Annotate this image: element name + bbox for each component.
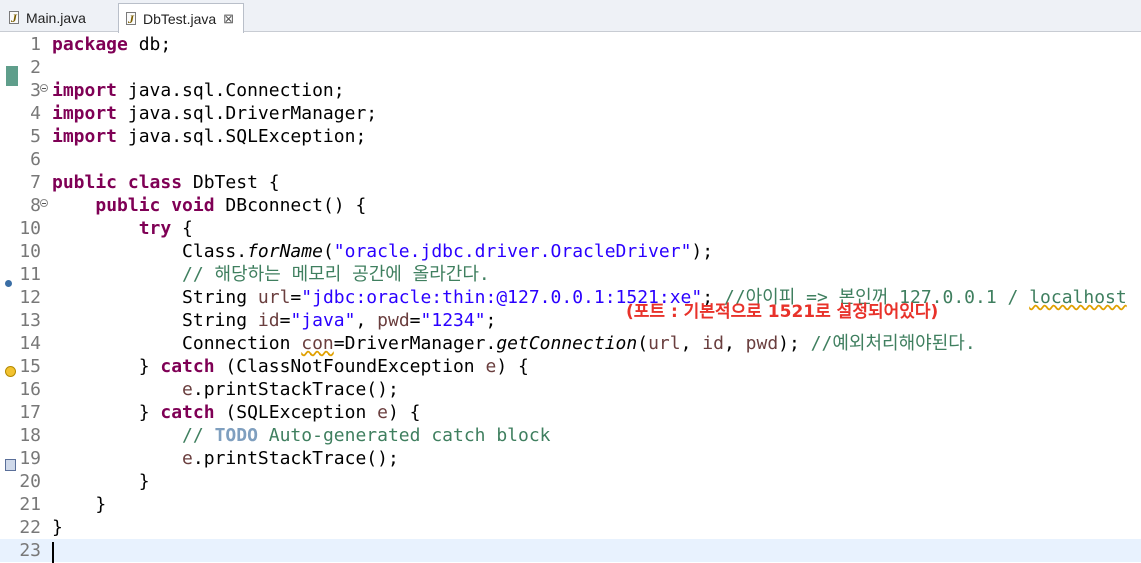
line-number: 10 bbox=[19, 241, 41, 262]
code-text: } catch (SQLException e) { bbox=[52, 402, 421, 423]
tab-label: Main.java bbox=[26, 9, 86, 26]
code-editor[interactable]: 1 package db; 2 3 import java.sql.Connection… bbox=[0, 32, 1141, 563]
tab-main-java[interactable]: J Main.java bbox=[2, 3, 114, 32]
code-text: // TODO Auto-generated catch block bbox=[182, 425, 551, 446]
java-file-icon: J bbox=[126, 11, 136, 26]
code-text: public void DBconnect() { bbox=[95, 195, 367, 216]
code-text: } catch (ClassNotFoundException e) { bbox=[52, 356, 529, 377]
code-text: try { bbox=[138, 218, 193, 239]
java-file-icon: J bbox=[9, 10, 19, 25]
close-tab-icon[interactable]: ⊠ bbox=[223, 11, 234, 26]
line-number: 14 bbox=[19, 333, 41, 354]
code-line[interactable]: 10 try { bbox=[0, 217, 1141, 240]
line-number: 21 bbox=[19, 494, 41, 515]
code-text: package db; bbox=[52, 34, 172, 55]
fold-toggle-icon[interactable] bbox=[40, 84, 48, 92]
code-line[interactable]: 14 Connection con=DriverManager.getConne… bbox=[0, 332, 1141, 355]
code-line[interactable]: 22} bbox=[0, 516, 1141, 539]
code-line[interactable]: 23 bbox=[0, 539, 1141, 562]
line-number: 23 bbox=[19, 540, 41, 561]
code-text: String id="java", pwd="1234"; bbox=[52, 310, 497, 331]
code-line[interactable]: 8 public void DBconnect() { bbox=[0, 194, 1141, 217]
code-line[interactable]: 18 // TODO Auto-generated catch block bbox=[0, 424, 1141, 447]
code-line[interactable]: 10 Class.forName("oracle.jdbc.driver.Ora… bbox=[0, 240, 1141, 263]
line-number: 8 bbox=[30, 195, 41, 216]
code-text: import java.sql.Connection; bbox=[52, 80, 345, 101]
code-line[interactable]: 4 import java.sql.DriverManager; bbox=[0, 102, 1141, 125]
line-number: 19 bbox=[19, 448, 41, 469]
line-number: 1 bbox=[30, 34, 41, 55]
annotation-note: (포트 : 기본적으로 1521로 설정되어있다) bbox=[626, 302, 939, 322]
code-text: } bbox=[52, 494, 107, 515]
line-number: 7 bbox=[30, 172, 41, 193]
line-number: 17 bbox=[19, 402, 41, 423]
code-text: } bbox=[52, 517, 63, 538]
code-line[interactable]: 5 import java.sql.SQLException; bbox=[0, 125, 1141, 148]
code-text: } bbox=[52, 471, 150, 492]
code-line[interactable]: 17 } catch (SQLException e) { bbox=[0, 401, 1141, 424]
code-text: import java.sql.SQLException; bbox=[52, 126, 367, 147]
code-line[interactable]: 21 } bbox=[0, 493, 1141, 516]
line-number: 3 bbox=[30, 80, 41, 101]
line-number: 2 bbox=[30, 57, 41, 78]
code-line[interactable]: 19 e.printStackTrace(); bbox=[0, 447, 1141, 470]
code-text: import java.sql.DriverManager; bbox=[52, 103, 378, 124]
line-number: 4 bbox=[30, 103, 41, 124]
code-line[interactable]: 2 bbox=[0, 56, 1141, 79]
code-text: e.printStackTrace(); bbox=[182, 448, 399, 469]
code-text: String url="jdbc:oracle:thin:@127.0.0.1:… bbox=[52, 287, 1127, 308]
tab-label: DbTest.java bbox=[143, 10, 217, 27]
line-number: 15 bbox=[19, 356, 41, 377]
tab-dbtest-java[interactable]: J DbTest.java ⊠ bbox=[118, 3, 244, 33]
code-line[interactable]: 6 bbox=[0, 148, 1141, 171]
line-number: 18 bbox=[19, 425, 41, 446]
line-number: 10 bbox=[19, 218, 41, 239]
code-line[interactable]: 13 String id="java", pwd="1234"; bbox=[0, 309, 1141, 332]
code-text: e.printStackTrace(); bbox=[182, 379, 399, 400]
fold-toggle-icon[interactable] bbox=[40, 199, 48, 207]
line-number: 16 bbox=[19, 379, 41, 400]
line-number: 20 bbox=[19, 471, 41, 492]
code-line[interactable]: 15 } catch (ClassNotFoundException e) { bbox=[0, 355, 1141, 378]
code-text: Connection con=DriverManager.getConnecti… bbox=[52, 333, 976, 354]
code-line[interactable]: 11 // 해당하는 메모리 공간에 올라간다. bbox=[0, 263, 1141, 286]
editor-tab-bar: J Main.java J DbTest.java ⊠ bbox=[0, 0, 1141, 33]
code-line[interactable]: 20 } bbox=[0, 470, 1141, 493]
text-caret bbox=[52, 542, 54, 563]
line-number: 22 bbox=[19, 517, 41, 538]
code-text: public class DbTest { bbox=[52, 172, 280, 193]
line-number: 5 bbox=[30, 126, 41, 147]
code-line[interactable]: 16 e.printStackTrace(); bbox=[0, 378, 1141, 401]
line-number: 12 bbox=[19, 287, 41, 308]
code-line[interactable]: 3 import java.sql.Connection; bbox=[0, 79, 1141, 102]
code-text: // 해당하는 메모리 공간에 올라간다. bbox=[182, 264, 490, 285]
line-number: 6 bbox=[30, 149, 41, 170]
code-line[interactable]: 7 public class DbTest { bbox=[0, 171, 1141, 194]
code-line[interactable]: 12 String url="jdbc:oracle:thin:@127.0.0… bbox=[0, 286, 1141, 309]
line-number: 11 bbox=[19, 264, 41, 285]
code-line[interactable]: 1 package db; bbox=[0, 33, 1141, 56]
line-number: 13 bbox=[19, 310, 41, 331]
code-text: Class.forName("oracle.jdbc.driver.Oracle… bbox=[52, 241, 714, 262]
